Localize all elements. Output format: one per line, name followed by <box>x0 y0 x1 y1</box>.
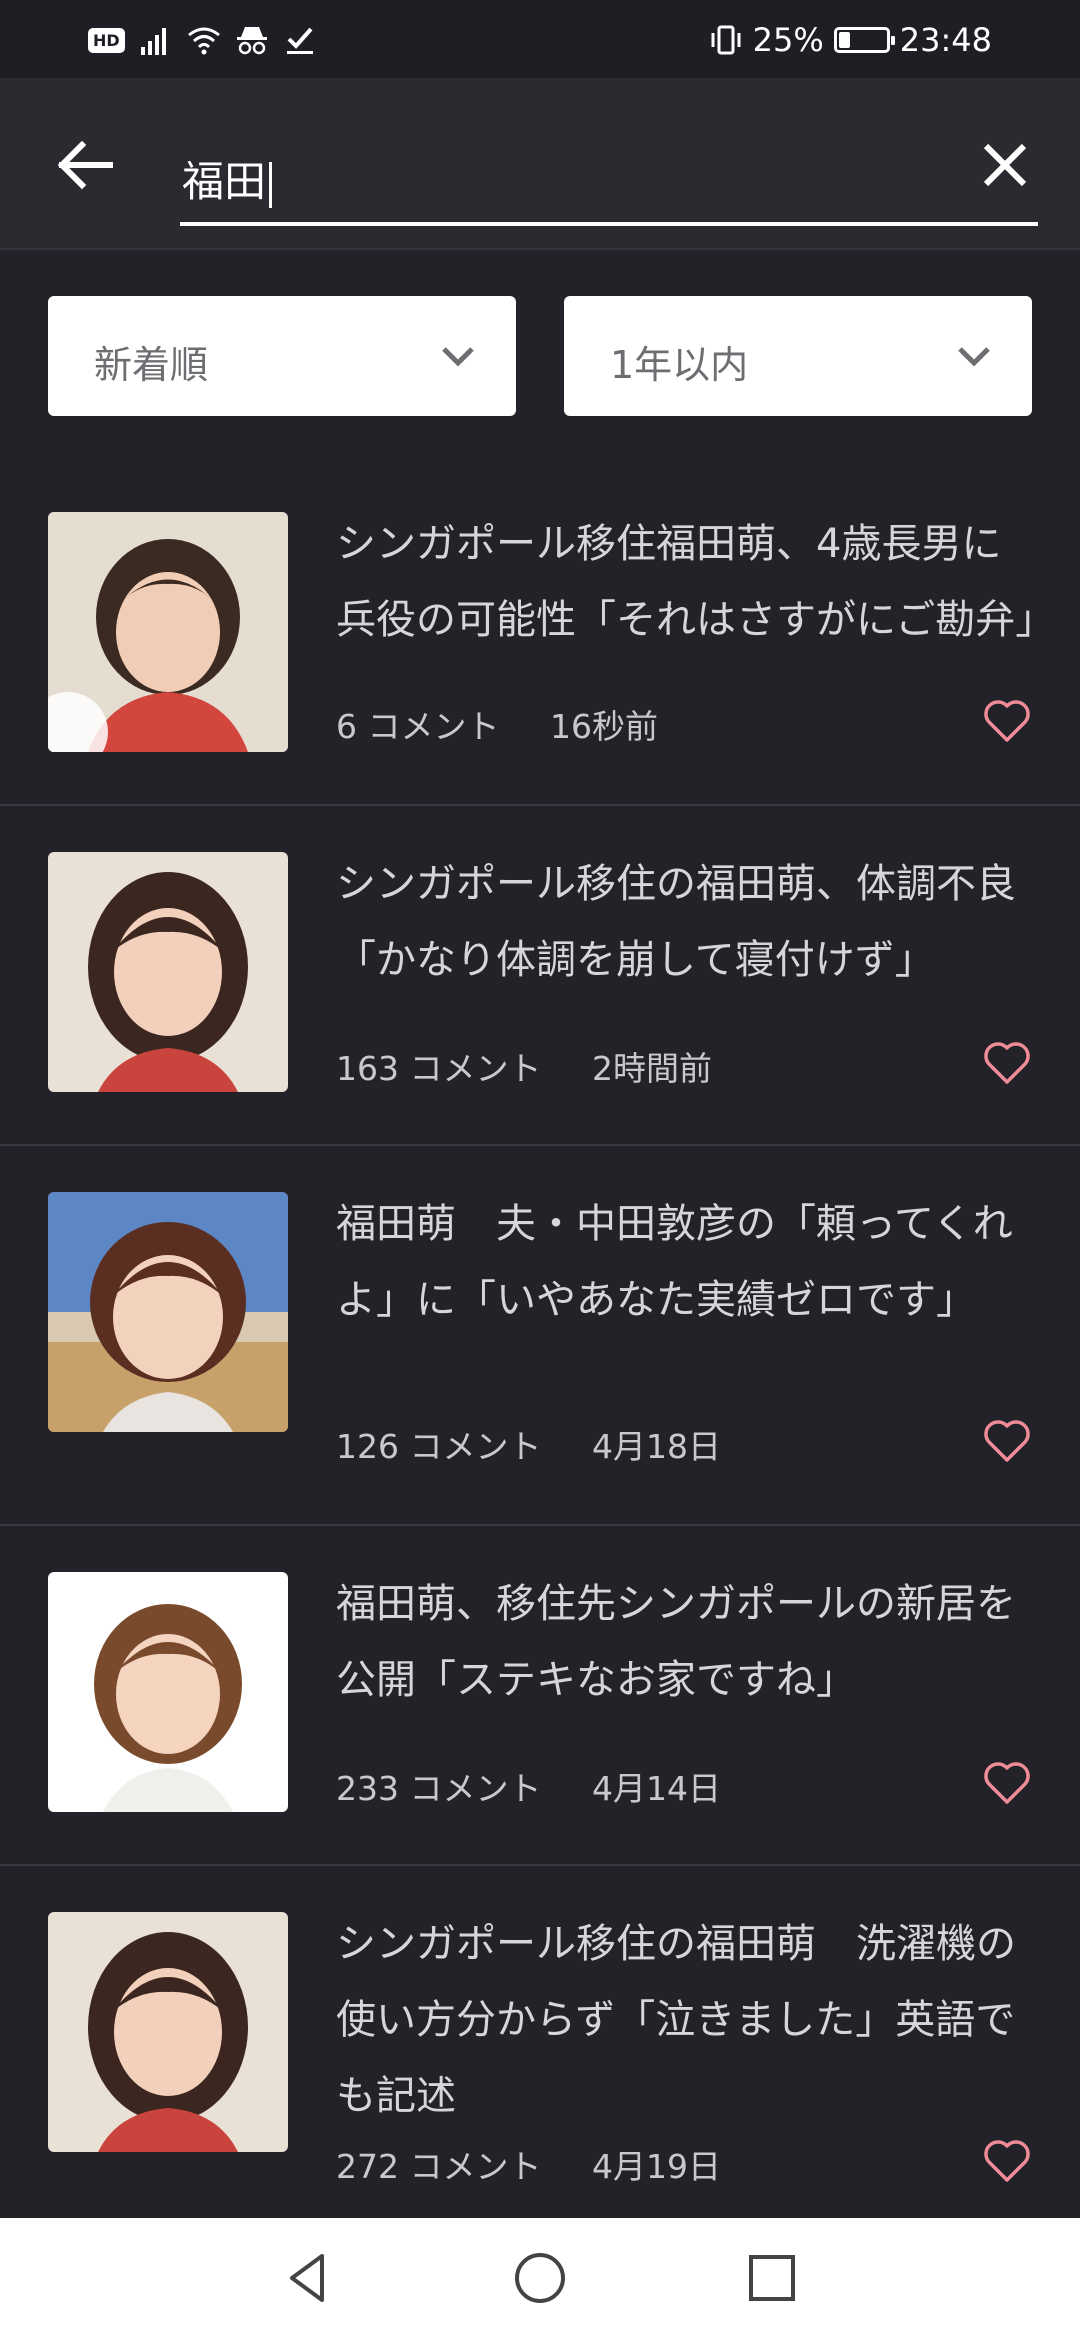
list-item[interactable]: 福田萌、移住先シンガポールの新居を公開「ステキなお家ですね」 233 コメント … <box>0 1526 1080 1866</box>
clock: 23:48 <box>899 21 992 59</box>
system-nav-bar <box>0 2218 1080 2340</box>
article-meta: 126 コメント 4月18日 <box>336 1420 721 1468</box>
back-arrow-icon[interactable] <box>50 130 120 200</box>
article-thumbnail <box>48 852 288 1092</box>
article-meta: 233 コメント 4月14日 <box>336 1762 721 1810</box>
vibrate-icon <box>711 25 741 55</box>
list-item[interactable]: シンガポール移住の福田萌、体調不良「かなり体調を崩して寝付けず」 163 コメン… <box>0 806 1080 1146</box>
comment-count: 126 コメント <box>336 1427 542 1466</box>
heart-icon[interactable] <box>982 2136 1032 2186</box>
close-icon[interactable] <box>970 130 1040 200</box>
article-time: 4月18日 <box>591 1427 721 1466</box>
nav-home-icon[interactable] <box>510 2248 570 2308</box>
hd-icon: HD <box>88 27 125 53</box>
article-title: シンガポール移住の福田萌、体調不良「かなり体調を崩して寝付けず」 <box>336 861 1016 983</box>
article-time: 4月19日 <box>591 2147 721 2186</box>
article-time: 2時間前 <box>591 1049 712 1088</box>
article-time: 4月14日 <box>591 1769 721 1808</box>
battery-percent: 25% <box>752 21 824 59</box>
article-title: シンガポール移住の福田萌 洗濯機の使い方分からず「泣きました」英語でも記述 <box>336 1921 1016 2119</box>
article-time: 16秒前 <box>550 707 658 746</box>
comment-count: 272 コメント <box>336 2147 542 2186</box>
comment-count: 6 コメント <box>336 707 500 746</box>
article-title: 福田萌、移住先シンガポールの新居を公開「ステキなお家ですね」 <box>336 1581 1016 1703</box>
article-meta: 163 コメント 2時間前 <box>336 1042 712 1090</box>
period-dropdown[interactable]: 1年以内 <box>564 296 1032 416</box>
search-query: 福田 <box>182 157 267 206</box>
check-icon <box>286 27 313 54</box>
nav-recents-icon[interactable] <box>742 2248 802 2308</box>
search-input[interactable]: 福田 <box>180 108 1038 226</box>
article-meta: 272 コメント 4月19日 <box>336 2140 721 2188</box>
sort-dropdown-label: 新着順 <box>94 343 209 387</box>
article-thumbnail <box>48 1912 288 2152</box>
incognito-icon <box>236 27 267 55</box>
chevron-down-icon <box>958 347 990 367</box>
status-bar: HD 25% 23:48 <box>0 0 1080 78</box>
article-list: シンガポール移住福田萌、4歳長男に兵役の可能性「それはさすがにご勘弁」 6 コメ… <box>0 466 1080 2218</box>
article-thumbnail <box>48 1572 288 1812</box>
list-item[interactable]: シンガポール移住福田萌、4歳長男に兵役の可能性「それはさすがにご勘弁」 6 コメ… <box>0 466 1080 806</box>
heart-icon[interactable] <box>982 1416 1032 1466</box>
article-thumbnail <box>48 512 288 752</box>
article-title: シンガポール移住福田萌、4歳長男に兵役の可能性「それはさすがにご勘弁」 <box>336 521 1056 643</box>
heart-icon[interactable] <box>982 1038 1032 1088</box>
chevron-down-icon <box>442 347 474 367</box>
sort-dropdown[interactable]: 新着順 <box>48 296 516 416</box>
nav-back-icon[interactable] <box>278 2248 338 2308</box>
wifi-icon <box>187 27 220 55</box>
article-thumbnail <box>48 1192 288 1432</box>
signal-icon <box>140 28 166 55</box>
heart-icon[interactable] <box>982 696 1032 746</box>
period-dropdown-label: 1年以内 <box>610 343 749 387</box>
article-meta: 6 コメント 16秒前 <box>336 700 658 748</box>
list-item[interactable]: シンガポール移住の福田萌 洗濯機の使い方分からず「泣きました」英語でも記述 27… <box>0 1866 1080 2218</box>
heart-icon[interactable] <box>982 1758 1032 1808</box>
battery-icon <box>833 27 895 53</box>
list-item[interactable]: 福田萌 夫・中田敦彦の「頼ってくれよ」に「いやあなた実績ゼロです」 126 コメ… <box>0 1146 1080 1526</box>
search-header: 福田 <box>0 78 1080 250</box>
text-caret <box>269 161 273 208</box>
comment-count: 233 コメント <box>336 1769 542 1808</box>
comment-count: 163 コメント <box>336 1049 542 1088</box>
article-title: 福田萌 夫・中田敦彦の「頼ってくれよ」に「いやあなた実績ゼロです」 <box>336 1201 1013 1323</box>
